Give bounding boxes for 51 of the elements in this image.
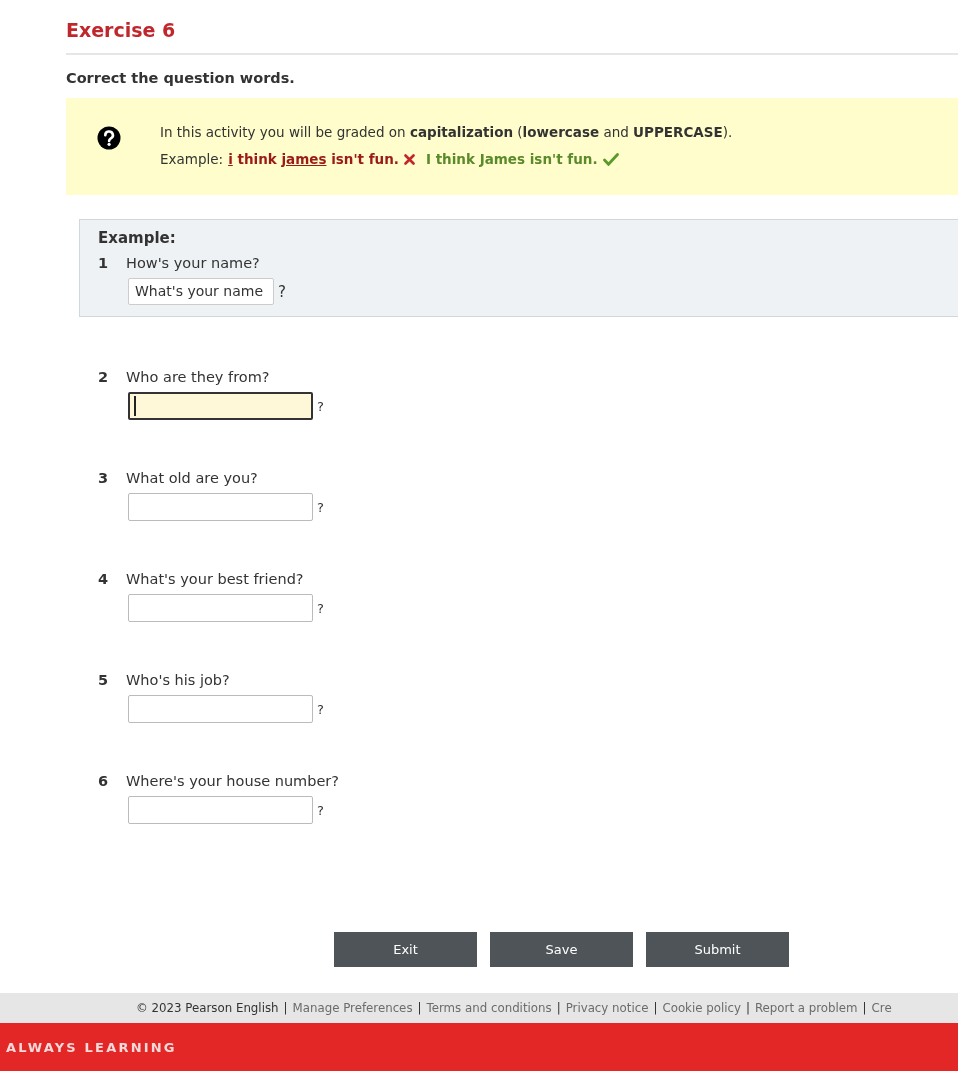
exercise-title: Exercise 6 — [66, 18, 177, 43]
question-text: How's your name? — [126, 254, 260, 273]
answer-field[interactable] — [128, 493, 313, 521]
question-text: What old are you? — [126, 469, 258, 488]
question-number: 6 — [98, 772, 109, 791]
instruction-text: Correct the question words. — [66, 69, 296, 88]
help-icon — [97, 126, 121, 150]
question-mark: ? — [317, 398, 324, 414]
footer-link[interactable]: Privacy notice — [565, 1001, 649, 1015]
separator: | — [283, 1001, 288, 1015]
grading-note: In this activity you will be graded on capitalization (lowercase and UPPERCASE). — [160, 123, 733, 142]
question-number: 5 — [98, 671, 109, 690]
cross-icon — [403, 154, 415, 165]
question-mark: ? — [278, 282, 286, 301]
question-mark: ? — [317, 802, 324, 818]
action-button[interactable]: Exit — [334, 932, 477, 967]
footer-link[interactable]: Report a problem — [754, 1001, 858, 1015]
separator: | — [653, 1001, 658, 1015]
question-number: 2 — [98, 368, 109, 387]
separator: | — [862, 1001, 867, 1015]
answer-field[interactable] — [128, 392, 313, 420]
checkmark-icon — [602, 153, 619, 166]
example-heading: Example: — [98, 228, 177, 249]
correct-example: I think James isn't fun. — [425, 150, 598, 169]
answer-field[interactable] — [128, 796, 313, 824]
separator: | — [556, 1001, 561, 1015]
question-number: 1 — [98, 254, 109, 273]
question-text: What's your best friend? — [126, 570, 304, 589]
question-mark: ? — [317, 701, 324, 717]
answer-field[interactable] — [128, 695, 313, 723]
action-button[interactable]: Submit — [646, 932, 789, 967]
footer-link[interactable]: Cre — [871, 1001, 892, 1015]
separator: | — [417, 1001, 422, 1015]
question-mark: ? — [317, 600, 324, 616]
question-mark: ? — [317, 499, 324, 515]
footer-link[interactable]: Manage Preferences — [292, 1001, 413, 1015]
question-text: Who are they from? — [126, 368, 270, 387]
question-number: 4 — [98, 570, 109, 589]
question-number: 3 — [98, 469, 109, 488]
brand-slogan: ALWAYS LEARNING — [6, 1039, 177, 1055]
footer-link[interactable]: Terms and conditions — [426, 1001, 552, 1015]
incorrect-example: i think james isn't fun. — [228, 150, 399, 169]
question-text: Who's his job? — [126, 671, 230, 690]
question-text: Where's your house number? — [126, 772, 339, 791]
answer-field: What's your name — [128, 278, 274, 305]
separator: | — [745, 1001, 750, 1015]
answer-field[interactable] — [128, 594, 313, 622]
copyright-text: © 2023 Pearson English — [136, 1001, 279, 1015]
action-button[interactable]: Save — [490, 932, 633, 967]
example-label: Example: — [160, 150, 224, 169]
footer-link[interactable]: Cookie policy — [662, 1001, 741, 1015]
